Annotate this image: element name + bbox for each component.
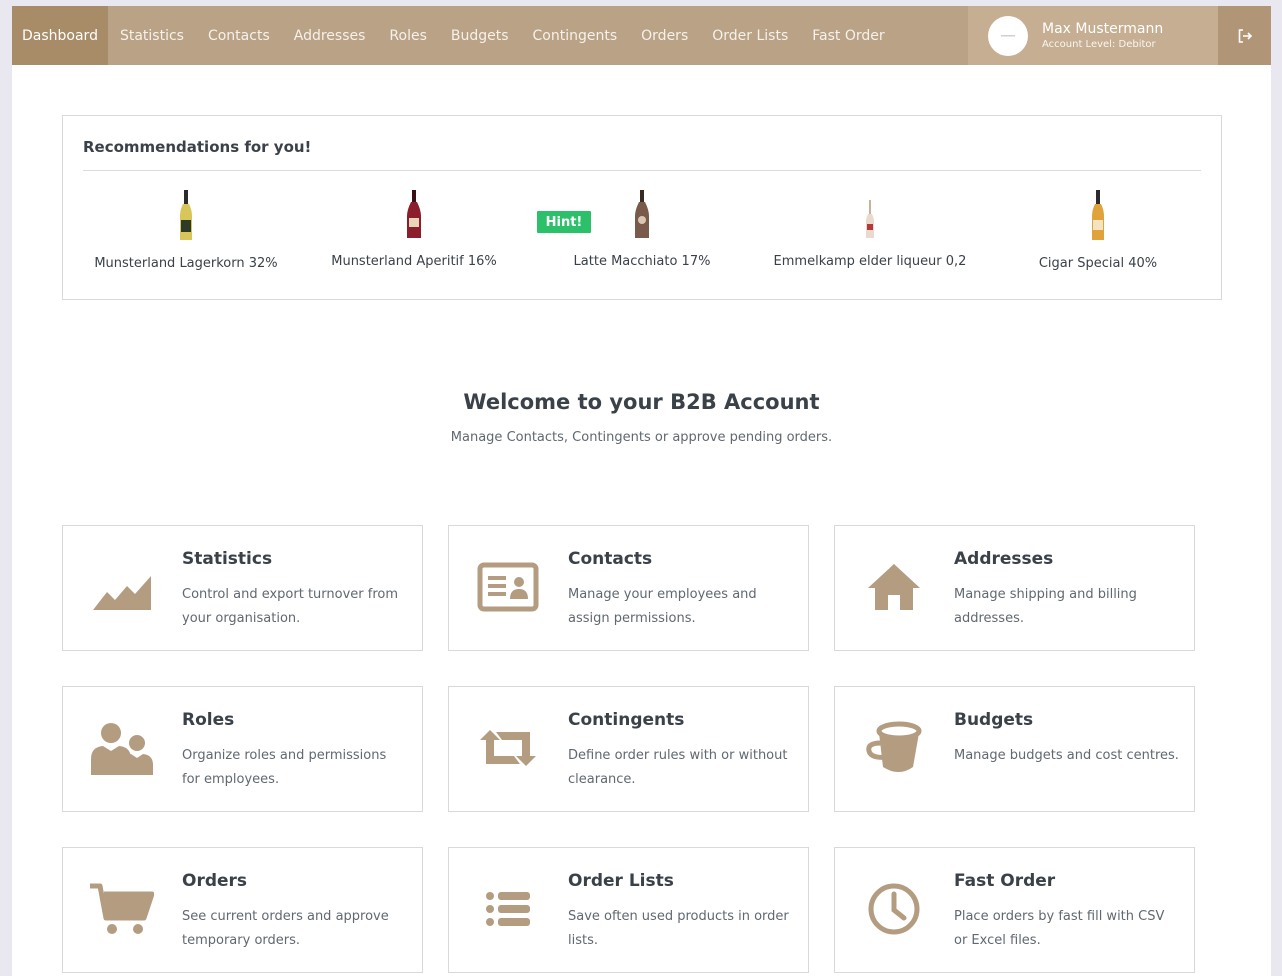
bottle-image: [866, 200, 874, 238]
user-account-box[interactable]: Max Mustermann Account Level: Debitor: [968, 6, 1218, 65]
welcome-title: Welcome to your B2B Account: [463, 390, 820, 414]
retweet-icon: [475, 715, 541, 781]
welcome-subtitle: Manage Contacts, Contingents or approve …: [450, 430, 833, 445]
area-chart-icon: [89, 554, 155, 620]
id-card-icon: [475, 554, 541, 620]
card-budgets[interactable]: Budgets Manage budgets and cost centres.: [834, 686, 1195, 812]
card-title: Budgets: [954, 710, 1034, 730]
card-title: Contingents: [568, 710, 685, 730]
card-title: Statistics: [182, 549, 273, 569]
card-description: Manage your employees and assign permiss…: [568, 587, 757, 626]
card-order-lists[interactable]: Order Lists Save often used products in …: [448, 847, 809, 973]
card-title: Addresses: [954, 549, 1054, 569]
nav-item-order-lists[interactable]: Order Lists: [700, 6, 800, 65]
card-roles[interactable]: Roles Organize roles and permissions for…: [62, 686, 423, 812]
card-description: Manage shipping and billing addresses.: [954, 587, 1137, 626]
product-item[interactable]: Cigar Special 40%: [988, 190, 1208, 271]
product-name: Munsterland Lagerkorn 32%: [94, 256, 278, 271]
nav-item-budgets[interactable]: Budgets: [439, 6, 521, 65]
product-item[interactable]: Emmelkamp elder liqueur 0,2: [760, 190, 980, 269]
logout-button[interactable]: [1218, 6, 1271, 65]
nav-item-addresses[interactable]: Addresses: [282, 6, 378, 65]
product-name: Cigar Special 40%: [1038, 256, 1158, 271]
card-statistics[interactable]: Statistics Control and export turnover f…: [62, 525, 423, 651]
card-addresses[interactable]: Addresses Manage shipping and billing ad…: [834, 525, 1195, 651]
card-description: Place orders by fast fill with CSV or Ex…: [954, 909, 1165, 948]
card-contacts[interactable]: Contacts Manage your employees and assig…: [448, 525, 809, 651]
card-title: Contacts: [568, 549, 653, 569]
nav-item-dashboard[interactable]: Dashboard: [12, 6, 108, 65]
users-icon: [89, 715, 155, 781]
page: Dashboard Statistics Contacts Addresses …: [12, 6, 1271, 976]
card-description: Manage budgets and cost centres.: [954, 748, 1179, 763]
bottle-image: [1092, 190, 1104, 240]
card-description: Organize roles and permissions for emplo…: [182, 748, 387, 787]
card-description: Control and export turnover from your or…: [182, 587, 399, 626]
product-name: Latte Macchiato 17%: [573, 254, 711, 269]
recommendations-title: Recommendations for you!: [83, 138, 312, 156]
card-orders[interactable]: Orders See current orders and approve te…: [62, 847, 423, 973]
list-icon: [475, 876, 541, 942]
nav-item-fast-order[interactable]: Fast Order: [800, 6, 896, 65]
logout-icon: [1238, 28, 1252, 43]
card-description: Save often used products in order lists.: [568, 909, 789, 948]
user-account-level: Account Level: Debitor: [1042, 38, 1156, 50]
top-navigation: Dashboard Statistics Contacts Addresses …: [12, 6, 1271, 65]
avatar-placeholder-icon: [1001, 34, 1015, 36]
card-description: See current orders and approve temporary…: [182, 909, 389, 948]
product-name: Emmelkamp elder liqueur 0,2: [773, 254, 967, 269]
card-title: Fast Order: [954, 871, 1056, 891]
nav-item-statistics[interactable]: Statistics: [108, 6, 196, 65]
bucket-icon: [861, 715, 927, 781]
user-name: Max Mustermann: [1042, 20, 1164, 37]
product-name: Munsterland Aperitif 16%: [331, 254, 497, 269]
product-item[interactable]: Munsterland Lagerkorn 32%: [76, 190, 296, 271]
user-info: Max Mustermann Account Level: Debitor: [1042, 20, 1163, 52]
product-item[interactable]: Latte Macchiato 17%: [532, 190, 752, 269]
card-title: Order Lists: [568, 871, 674, 891]
nav-item-contingents[interactable]: Contingents: [521, 6, 630, 65]
nav-item-contacts[interactable]: Contacts: [196, 6, 282, 65]
card-title: Roles: [182, 710, 235, 730]
nav-items: Dashboard Statistics Contacts Addresses …: [12, 6, 897, 65]
bottle-image: [180, 190, 192, 240]
cart-icon: [89, 876, 155, 942]
clock-icon: [861, 876, 927, 942]
divider: [83, 170, 1201, 171]
home-icon: [861, 554, 927, 620]
card-contingents[interactable]: Contingents Define order rules with or w…: [448, 686, 809, 812]
recommendations-panel: Recommendations for you! Munsterland Lag…: [62, 115, 1222, 300]
bottle-image: [635, 190, 649, 238]
card-fast-order[interactable]: Fast Order Place orders by fast fill wit…: [834, 847, 1195, 973]
card-title: Orders: [182, 871, 248, 891]
product-item[interactable]: Munsterland Aperitif 16%: [304, 190, 524, 269]
nav-item-orders[interactable]: Orders: [629, 6, 700, 65]
card-description: Define order rules with or without clear…: [568, 748, 788, 787]
bottle-image: [407, 190, 421, 238]
avatar: [988, 15, 1028, 56]
nav-item-roles[interactable]: Roles: [377, 6, 438, 65]
